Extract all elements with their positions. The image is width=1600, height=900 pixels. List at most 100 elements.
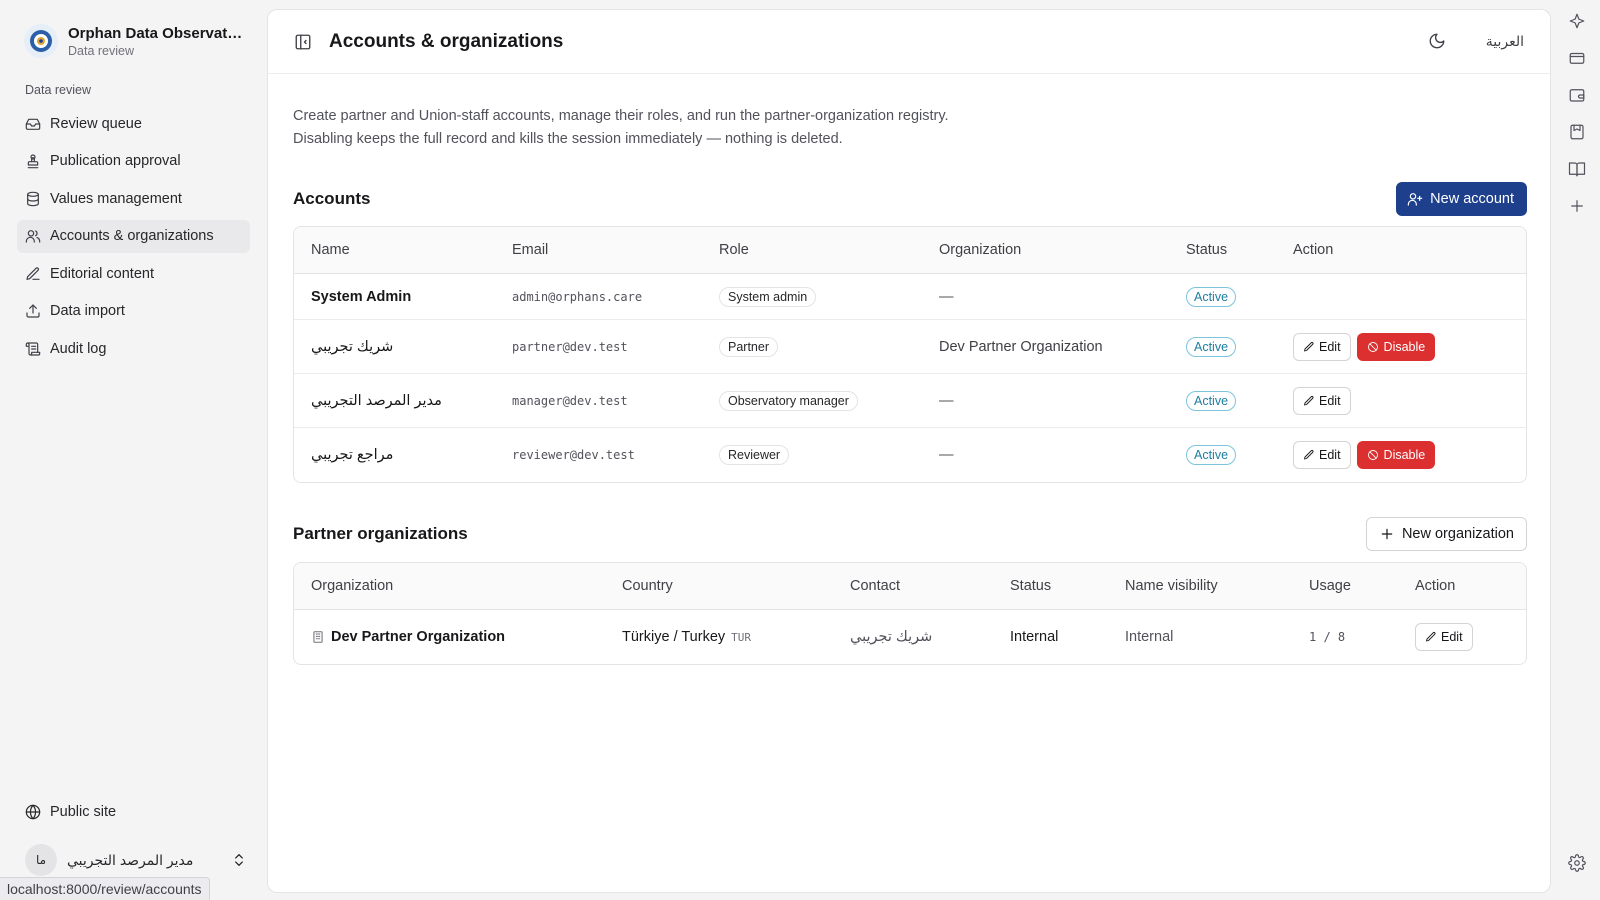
disable-button[interactable]: Disable	[1356, 332, 1436, 361]
sidebar: Orphan Data Observato... Data review Dat…	[0, 0, 266, 900]
nav-group-label: Data review	[25, 83, 91, 97]
sidebar-item-label: Editorial content	[50, 265, 154, 282]
sidebar-item-label: Public site	[50, 803, 117, 820]
organization-name: Dev Partner Organization	[331, 629, 506, 645]
sidebar-item-review-queue[interactable]: Review queue	[17, 107, 250, 140]
column-header-country: Country	[622, 578, 673, 594]
organizations-section-title: Partner organizations	[293, 524, 468, 543]
reading-list-icon[interactable]	[1568, 160, 1586, 178]
contact-name: شريك تجريبي	[850, 629, 933, 645]
edit-button[interactable]: Edit	[1293, 386, 1351, 415]
sidebar-item-editorial-content[interactable]: Editorial content	[17, 257, 250, 290]
disable-label: Disable	[1383, 339, 1426, 354]
table-header-row: Name Email Role Organization Status Acti…	[294, 227, 1526, 274]
sidebar-item-label: Values management	[50, 190, 182, 207]
inbox-icon	[25, 116, 41, 132]
sidebar-item-data-import[interactable]: Data import	[17, 295, 250, 328]
accounts-section-header: Accounts New account	[293, 182, 1527, 216]
column-header-action: Action	[1293, 242, 1334, 258]
browser-side-rail	[1560, 0, 1600, 900]
new-account-button[interactable]: New account	[1396, 182, 1527, 216]
sidebar-toggle-icon[interactable]	[293, 32, 313, 52]
name-visibility: Internal	[1125, 629, 1174, 645]
edit-button[interactable]: Edit	[1293, 332, 1351, 361]
column-header-organization: Organization	[939, 242, 1022, 258]
ban-icon	[1367, 341, 1379, 353]
new-organization-button[interactable]: New organization	[1365, 517, 1527, 551]
wallet-card-icon[interactable]	[1568, 49, 1586, 67]
status-bar-url: localhost:8000/review/accounts	[0, 877, 210, 900]
account-organization: Dev Partner Organization	[939, 338, 1103, 355]
bookmark-save-icon[interactable]	[1568, 123, 1586, 141]
account-email: reviewer@dev.test	[512, 448, 635, 462]
language-toggle[interactable]: العربية	[1486, 33, 1524, 50]
organization-actions: Edit	[1398, 623, 1518, 651]
table-row: مراجع تجريبي reviewer@dev.test Reviewer …	[294, 428, 1526, 482]
table-row: مدير المرصد التجريبي manager@dev.test Ob…	[294, 374, 1526, 428]
sidebar-item-public-site[interactable]: Public site	[17, 795, 250, 828]
table-row: Dev Partner Organization Türkiye / Turke…	[294, 610, 1526, 664]
upload-icon	[25, 303, 41, 319]
organizations-section-header: Partner organizations New organization	[293, 517, 1527, 551]
sidebar-item-values-management[interactable]: Values management	[17, 182, 250, 215]
table-row: System Admin admin@orphans.care System a…	[294, 274, 1526, 320]
user-menu[interactable]: ما مدير المرصد التجريبي	[25, 842, 247, 878]
account-name: مراجع تجريبي	[311, 447, 394, 463]
new-account-label: New account	[1430, 191, 1514, 207]
sidebar-item-accounts-organizations[interactable]: Accounts & organizations	[17, 219, 250, 253]
organizations-table: Organization Country Contact Status Name…	[293, 562, 1527, 665]
page-description-line-2: Disabling keeps the full record and kill…	[293, 131, 843, 147]
account-organization: —	[939, 288, 954, 305]
sidebar-item-label: Publication approval	[50, 153, 181, 169]
sidebar-item-label: Data import	[50, 303, 125, 319]
pencil-icon	[1303, 341, 1315, 353]
column-header-status: Status	[1010, 578, 1052, 594]
status-badge: Active	[1186, 286, 1237, 307]
account-actions: Edit Disable	[1276, 332, 1476, 361]
account-organization: —	[939, 392, 954, 409]
app-brand[interactable]: Orphan Data Observato... Data review	[24, 24, 250, 58]
page-description-line-1: Create partner and Union-staff accounts,…	[293, 108, 949, 124]
plus-icon	[1379, 526, 1395, 542]
disable-label: Disable	[1383, 448, 1426, 462]
country-name: Türkiye / Turkey	[622, 629, 726, 645]
new-organization-label: New organization	[1401, 526, 1514, 542]
edit-label: Edit	[1319, 393, 1341, 408]
user-name: مدير المرصد التجريبي	[67, 851, 194, 868]
ban-icon	[1367, 449, 1379, 461]
users-icon	[25, 228, 41, 244]
main-panel: Accounts & organizations العربية Create …	[267, 9, 1551, 893]
edit-button[interactable]: Edit	[1293, 441, 1351, 469]
page-title: Accounts & organizations	[329, 30, 564, 52]
table-row: شريك تجريبي partner@dev.test Partner Dev…	[294, 320, 1526, 374]
app-title: Orphan Data Observato...	[68, 24, 246, 42]
column-header-role: Role	[719, 242, 749, 258]
account-name: System Admin	[311, 288, 412, 305]
sidebar-item-audit-log[interactable]: Audit log	[17, 332, 250, 365]
wallet-icon[interactable]	[1568, 86, 1586, 104]
settings-gear-icon[interactable]	[1568, 854, 1586, 872]
add-icon[interactable]	[1568, 197, 1586, 215]
accounts-section-title: Accounts	[293, 189, 371, 208]
column-header-contact: Contact	[850, 578, 900, 594]
edit-label: Edit	[1319, 339, 1341, 354]
accounts-table: Name Email Role Organization Status Acti…	[293, 226, 1527, 483]
pencil-icon	[1303, 449, 1315, 461]
organization-cell: Dev Partner Organization	[294, 629, 605, 645]
role-badge: Observatory manager	[719, 390, 858, 411]
status-badge: Active	[1186, 390, 1237, 411]
column-header-organization: Organization	[311, 578, 394, 594]
edit-button[interactable]: Edit	[1415, 623, 1473, 651]
user-plus-icon	[1407, 191, 1423, 207]
edit-label: Edit	[1319, 448, 1341, 462]
account-email: admin@orphans.care	[512, 289, 643, 304]
account-email: manager@dev.test	[512, 393, 628, 408]
sparkle-icon[interactable]	[1568, 12, 1586, 30]
theme-toggle-moon-icon[interactable]	[1428, 32, 1448, 52]
status-badge: Active	[1186, 445, 1237, 465]
usage-count: 1 / 8	[1309, 630, 1346, 644]
account-email: partner@dev.test	[512, 339, 628, 354]
disable-button[interactable]: Disable	[1356, 441, 1436, 469]
pen-icon	[25, 266, 41, 282]
sidebar-item-publication-approval[interactable]: Publication approval	[17, 145, 250, 178]
